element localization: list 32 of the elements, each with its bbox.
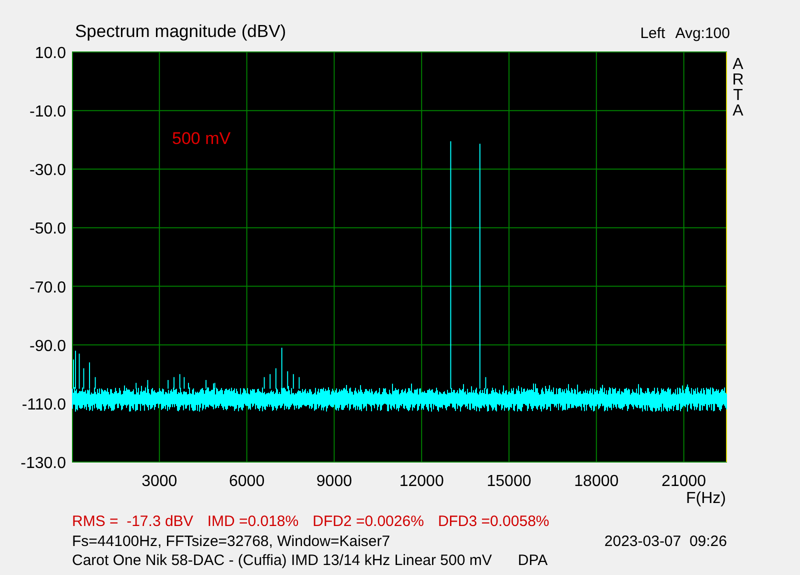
measurement-value: DFD2 =0.0026% xyxy=(312,512,424,532)
x-tick-label: 3000 xyxy=(142,473,178,490)
settings-text: Fs=44100Hz, FFTsize=32768, Window=Kaiser7 xyxy=(72,532,390,551)
timestamp: 2023-03-07 09:26 xyxy=(604,532,727,551)
average-label: Avg:100 xyxy=(675,25,730,42)
x-axis-label: F(Hz) xyxy=(686,490,726,507)
measurement-value: DFD3 =0.0058% xyxy=(438,512,550,532)
mode-label: DPA xyxy=(518,551,548,570)
y-tick-label: -50.0 xyxy=(30,220,66,238)
brand-letter: T xyxy=(733,87,743,104)
brand-letter: A xyxy=(732,56,744,73)
x-tick-label: 6000 xyxy=(229,473,265,490)
measurement-value: RMS = -17.3 dBV xyxy=(72,512,194,532)
measurement-value: IMD =0.018% xyxy=(207,512,299,532)
annotation-label: 500 mV xyxy=(172,129,231,148)
x-tick-label: 12000 xyxy=(399,473,444,490)
x-tick-label: 9000 xyxy=(316,473,352,490)
y-tick-label: -10.0 xyxy=(30,104,66,121)
x-tick-label: 18000 xyxy=(574,473,619,490)
brand-letter: A xyxy=(732,102,744,120)
y-tick-label: 10.0 xyxy=(34,45,66,62)
channel-label: Left xyxy=(640,25,666,42)
y-tick-label: -70.0 xyxy=(30,279,66,296)
x-tick-label: 15000 xyxy=(486,473,532,490)
description-text: Carot One Nik 58-DAC - (Cuffia) IMD 13/14 kHz Linear 500 mV xyxy=(72,551,492,570)
y-tick-label: -90.0 xyxy=(30,338,66,355)
chart-title: Spectrum magnitude (dBV) xyxy=(75,20,286,42)
y-tick-label: -110.0 xyxy=(22,396,66,414)
brand-letter: R xyxy=(732,72,744,88)
x-tick-label: 21000 xyxy=(662,473,706,490)
y-tick-label: -130.0 xyxy=(20,455,66,472)
y-tick-label: -30.0 xyxy=(30,162,66,180)
